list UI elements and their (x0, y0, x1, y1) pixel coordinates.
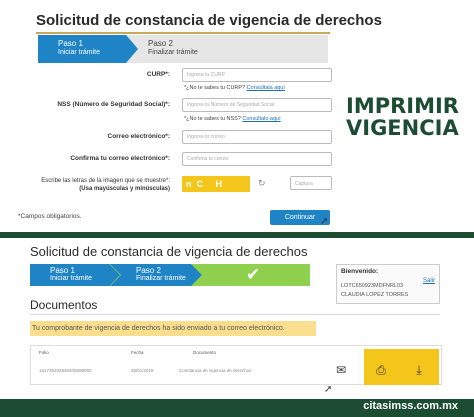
step-2-number: Paso 2 (148, 39, 173, 48)
user-name: CLAUDIA LOPEZ TORRES (341, 292, 409, 298)
print-icon[interactable]: ⎙ (366, 357, 396, 383)
nss-label: NSS (Número de Seguridad Social)*: (57, 101, 170, 108)
download-icon[interactable]: ⤓ (404, 357, 434, 383)
nss-hint: *¿No te sabes tu NSS? Consúltalo aquí (184, 116, 281, 122)
email-input[interactable]: Ingresa tu correo (182, 130, 332, 144)
nss-lookup-link[interactable]: Consúltalo aquí (242, 116, 280, 122)
required-note: *Campos obligatorios. (18, 213, 82, 220)
result-step-1-number: Paso 1 (50, 266, 75, 275)
welcome-label: Bienvenido: (341, 268, 379, 275)
step-1-label: Iniciar trámite (58, 49, 101, 56)
captcha-label: Escribe las letras de la imagen que se m… (41, 178, 170, 192)
promo-text: IMPRIMIR VIGENCIA (346, 94, 459, 140)
header-fecha: Fecha (131, 350, 144, 355)
form-title: Solicitud de constancia de vigencia de d… (36, 12, 382, 29)
email-sent-notice: Tu comprobante de vigencia de derechos h… (30, 321, 316, 336)
user-id: LOTC650923MDFNRL03 (341, 283, 404, 289)
documents-title: Documentos (30, 298, 98, 312)
cell-fecha: 26/01/2018 (131, 368, 154, 373)
check-icon: ✔ (246, 265, 261, 284)
cell-documento: Constancia de vigencia de derechos (179, 368, 252, 373)
header-documento: Documento (193, 350, 217, 355)
step-1-number: Paso 1 (58, 39, 83, 48)
step-2-label: Finalizar trámite (148, 49, 198, 56)
captcha-input[interactable]: Captura (290, 176, 332, 190)
nss-input[interactable]: Ingresa tu Número de Seguridad Social (182, 98, 332, 112)
curp-lookup-link[interactable]: Consúltala aquí (247, 85, 285, 91)
result-step-1-label: Iniciar trámite (50, 275, 93, 282)
title-underline (36, 32, 330, 34)
curp-label: CURP*: (146, 71, 170, 78)
result-step-2-label: Finalizar trámite (136, 275, 186, 282)
documents-underline (30, 314, 440, 315)
email-icon[interactable]: ✉ (326, 357, 356, 383)
cursor-icon: ➚ (320, 216, 329, 227)
welcome-box: Bienvenido: Salir LOTC650923MDFNRL03 CLA… (336, 264, 440, 304)
brand-footer: citasimss.com.mx (363, 400, 458, 412)
cell-folio: 151735202846405698060 (39, 368, 92, 373)
captcha-image: nC H (182, 176, 250, 192)
logout-link[interactable]: Salir (423, 278, 435, 284)
result-step-2-number: Paso 2 (136, 266, 161, 275)
curp-hint: *¿No te sabes tu CURP? Consúltala aquí (184, 85, 285, 91)
refresh-icon[interactable]: ↻ (258, 178, 266, 189)
header-folio: Folio (39, 350, 49, 355)
curp-input[interactable]: Ingresa tu CURP (182, 68, 332, 82)
result-title: Solicitud de constancia de vigencia de d… (30, 244, 308, 259)
email-confirm-input[interactable]: Confirma tu correo (182, 152, 332, 166)
email-label: Correo electrónico*: (107, 133, 171, 140)
email-confirm-label: Confirma tu correo electrónico*: (70, 155, 170, 162)
cursor-icon-2: ➚ (324, 384, 333, 395)
